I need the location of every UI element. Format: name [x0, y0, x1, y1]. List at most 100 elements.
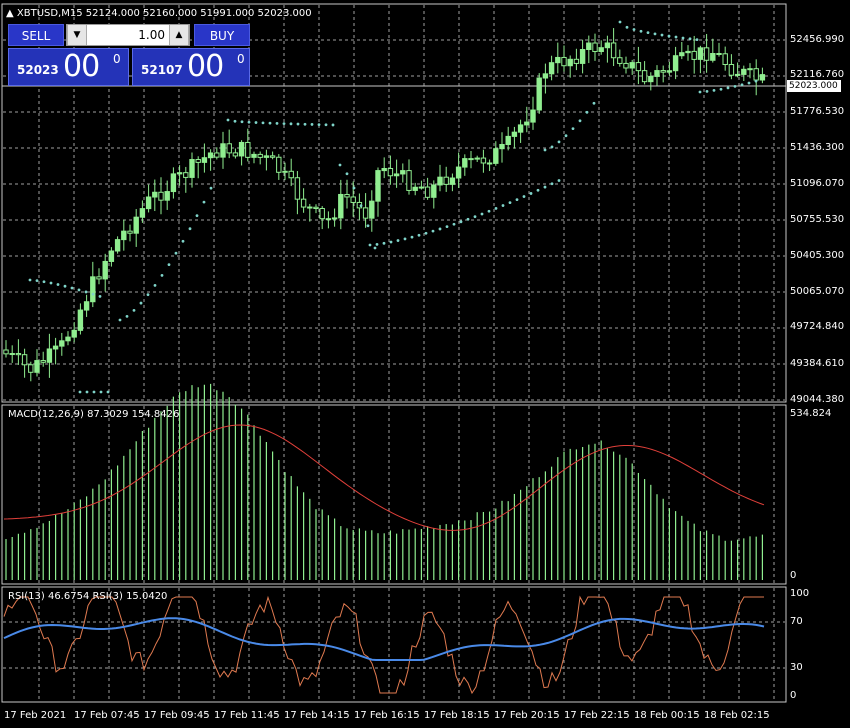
psar-dot: [42, 280, 46, 284]
candle-body: [139, 208, 146, 218]
candle-body: [499, 143, 505, 150]
psar-dot: [515, 198, 519, 202]
candle-body: [449, 177, 456, 185]
candle-body: [102, 260, 108, 280]
candle-body: [133, 216, 139, 234]
rsi-tick-0: 0: [790, 690, 797, 701]
psar-dot: [688, 37, 692, 41]
increase-volume-icon[interactable]: ▲: [169, 25, 189, 45]
volume-field[interactable]: ▼ 1.00 ▲: [66, 24, 190, 46]
chart-canvas[interactable]: [0, 0, 850, 728]
time-tick: 17 Feb 16:15: [354, 710, 420, 721]
candle-body: [40, 360, 46, 363]
candle-body: [387, 168, 394, 177]
psar-dot: [646, 31, 650, 35]
candle-body: [635, 62, 642, 72]
psar-dot: [296, 122, 300, 126]
psar-dot: [289, 122, 293, 126]
candle-body: [59, 340, 65, 347]
price-tick: 49724.840: [790, 321, 845, 332]
macd-zero-tick: 0: [790, 570, 797, 581]
psar-dot: [368, 243, 372, 247]
buy-price-fraction: 0: [237, 52, 245, 66]
psar-dot: [303, 122, 307, 126]
volume-value[interactable]: 1.00: [87, 25, 169, 45]
candle-body: [629, 62, 635, 69]
candle-body: [90, 276, 96, 303]
psar-dot: [754, 79, 758, 83]
candle-body: [96, 276, 102, 280]
candle-body: [548, 62, 555, 75]
psar-dot: [578, 119, 582, 123]
candle-body: [300, 198, 307, 208]
psar-dot: [240, 120, 244, 124]
candle-body: [617, 57, 623, 64]
candle-body: [468, 158, 474, 161]
price-tick: 52116.760: [790, 69, 845, 80]
psar-dot: [536, 188, 540, 192]
candle-body: [592, 42, 598, 53]
candle-body: [530, 109, 536, 123]
psar-dot: [695, 38, 699, 42]
psar-dot: [254, 121, 258, 124]
candle-body: [511, 131, 518, 137]
psar-dot: [375, 242, 379, 246]
psar-dot: [557, 140, 561, 144]
candle-body: [561, 56, 567, 67]
psar-dot: [564, 134, 568, 138]
psar-dot: [195, 214, 199, 218]
psar-dot: [424, 231, 428, 235]
psar-dot: [417, 233, 421, 237]
psar-dot: [99, 390, 103, 394]
candle-body: [641, 70, 648, 83]
decrease-volume-icon[interactable]: ▼: [67, 25, 87, 45]
psar-dot: [487, 209, 491, 213]
psar-dot: [139, 301, 143, 305]
one-click-trading-panel: SELL ▼ 1.00 ▲ BUY 52023 00 0 52107 00 0: [8, 24, 250, 86]
sell-button[interactable]: SELL: [8, 24, 64, 46]
candle-body: [158, 191, 164, 201]
candle-body: [474, 157, 480, 160]
psar-dot: [153, 284, 157, 287]
psar-dot: [550, 145, 554, 149]
psar-dot: [106, 390, 110, 394]
candle-body: [350, 196, 356, 203]
psar-dot: [660, 33, 664, 37]
buy-price-prefix: 52107: [141, 63, 183, 77]
psar-dot: [202, 200, 206, 204]
psar-dot: [132, 309, 136, 312]
candle-body: [567, 58, 573, 67]
rsi3-line: [3, 595, 764, 695]
time-tick: 17 Feb 07:45: [74, 710, 140, 721]
candle-body: [685, 50, 691, 54]
psar-dot: [681, 36, 685, 40]
candle-body: [586, 42, 592, 50]
candle-body: [108, 250, 115, 262]
candle-body: [697, 47, 704, 60]
candle-body: [716, 53, 722, 56]
candle-body: [431, 184, 437, 198]
candle-body: [666, 70, 673, 73]
psar-dot: [667, 34, 671, 38]
psar-dot: [233, 119, 237, 123]
buy-quote[interactable]: 52107 00 0: [132, 48, 250, 86]
panel-frame: [1, 404, 787, 585]
candle-body: [759, 74, 766, 81]
price-tick: 50405.300: [790, 250, 845, 261]
time-tick: 17 Feb 20:15: [494, 710, 560, 721]
sell-quote[interactable]: 52023 00 0: [8, 48, 129, 86]
candle-body: [573, 58, 580, 64]
psar-dot: [543, 148, 547, 152]
chart-window[interactable]: ▲ XBTUSD,M15 52124.000 52160.000 51991.0…: [0, 0, 850, 728]
candle-body: [238, 141, 245, 157]
buy-button[interactable]: BUY: [194, 24, 250, 46]
candle-body: [338, 193, 344, 219]
psar-dot: [373, 246, 377, 250]
candle-body: [524, 121, 530, 126]
psar-dot: [77, 288, 81, 292]
candle-body: [21, 354, 28, 366]
candle-body: [648, 75, 654, 83]
psar-dot: [28, 278, 32, 282]
candle-body: [183, 172, 189, 178]
psar-dot: [726, 86, 730, 90]
